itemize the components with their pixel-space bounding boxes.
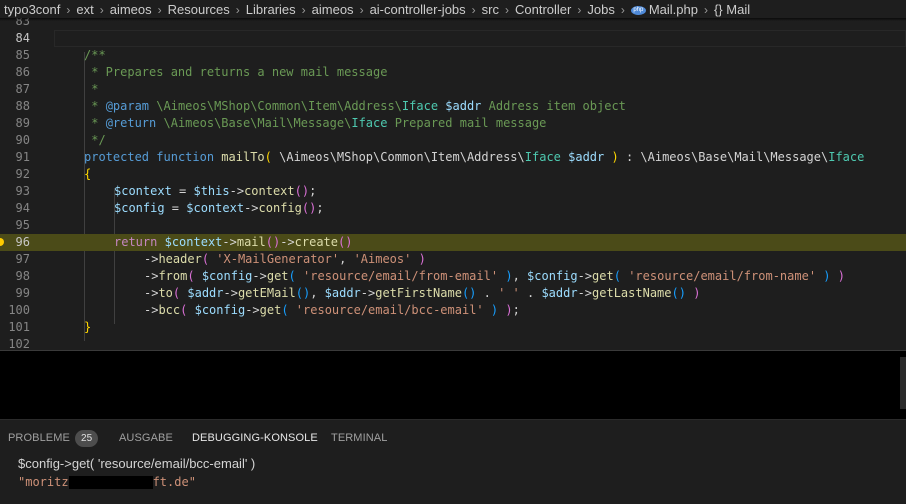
breadcrumb-item[interactable]: Resources — [164, 0, 230, 20]
tab-label: DEBUGGING-KONSOLE — [192, 432, 318, 444]
line-number: 97 — [15, 252, 30, 266]
line-number: 91 — [15, 150, 30, 164]
breadcrumb: typo3conf › ext › aimeos › Resources › Libraries… — [0, 0, 906, 20]
line-number: 96 — [15, 235, 30, 249]
panel-tab-bar: PROBLEME 25 AUSGABE DEBUGGING-KONSOLE TER… — [0, 419, 906, 454]
line-number: 88 — [15, 99, 30, 113]
code-line[interactable]: 97 ->header( 'X-MailGenerator', 'Aimeos' … — [0, 251, 906, 268]
scrollbar[interactable] — [900, 357, 906, 409]
code-line-debug-paused[interactable]: 96 return $context->mail()->create() — [0, 234, 906, 251]
code-line[interactable]: 87 * — [0, 81, 906, 98]
line-number: 102 — [8, 337, 30, 350]
line-number: 87 — [15, 82, 30, 96]
tab-terminal[interactable]: TERMINAL — [331, 420, 387, 454]
chevron-right-icon: › — [99, 3, 104, 17]
breadcrumb-item[interactable]: aimeos — [308, 0, 354, 20]
breadcrumb-item[interactable]: Libraries — [242, 0, 296, 20]
breadcrumb-symbol[interactable]: {} Mail — [710, 0, 750, 20]
chevron-right-icon: › — [359, 3, 364, 17]
tab-label: AUSGABE — [119, 432, 173, 444]
chevron-right-icon: › — [505, 3, 509, 17]
chevron-right-icon: › — [577, 3, 582, 17]
code-line[interactable]: 99 ->to( $addr->getEMail(), $addr->getFir… — [0, 285, 906, 302]
code-line[interactable]: 101} — [0, 319, 906, 336]
line-number: 101 — [8, 320, 30, 334]
tab-debug-console[interactable]: DEBUGGING-KONSOLE — [192, 420, 318, 454]
code-line[interactable]: 90 */ — [0, 132, 906, 149]
breadcrumb-file-label: Mail.php — [648, 2, 698, 17]
chevron-right-icon: › — [620, 3, 625, 17]
breadcrumb-item[interactable]: ai-controller-jobs — [366, 0, 466, 20]
breadcrumb-item[interactable]: Jobs — [583, 0, 614, 20]
line-number: 90 — [15, 133, 30, 147]
line-number: 100 — [8, 303, 30, 317]
code-editor[interactable]: 83 84 85/** 86 * Prepares and returns a … — [0, 18, 906, 350]
code-line[interactable]: 100 ->bcc( $config->get( 'resource/email/… — [0, 302, 906, 319]
scroll-shadow — [0, 18, 906, 21]
tab-output[interactable]: AUSGABE — [119, 420, 173, 454]
code-line[interactable]: 85/** — [0, 47, 906, 64]
breadcrumb-item[interactable]: ext — [72, 0, 93, 20]
code-line[interactable]: 98 ->from( $config->get( 'resource/email/… — [0, 268, 906, 285]
line-number: 92 — [15, 167, 30, 181]
code-line[interactable]: 95 — [0, 217, 906, 234]
line-number: 98 — [15, 269, 30, 283]
php-file-icon: php — [630, 6, 646, 16]
line-number: 84 — [15, 31, 30, 45]
code-line[interactable]: 89 * @return \Aimeos\Base\Mail\Message\I… — [0, 115, 906, 132]
breadcrumb-item[interactable]: Controller — [511, 0, 571, 20]
line-number: 85 — [15, 48, 30, 62]
console-input-echo: $config->get( 'resource/email/bcc-email'… — [18, 456, 256, 471]
debug-console[interactable]: $config->get( 'resource/email/bcc-email'… — [0, 453, 906, 504]
line-number: 86 — [15, 65, 30, 79]
line-number: 93 — [15, 184, 30, 198]
line-number: 94 — [15, 201, 30, 215]
tab-label: PROBLEME — [8, 432, 70, 444]
tab-problems[interactable]: PROBLEME 25 — [8, 420, 99, 454]
code-line[interactable]: 88 * @param \Aimeos\MShop\Common\Item\Ad… — [0, 98, 906, 115]
chevron-right-icon: › — [66, 3, 71, 17]
code-line[interactable]: 102 — [0, 336, 906, 350]
breadcrumb-file[interactable]: php Mail.php — [627, 0, 698, 20]
console-output-start: "moritz — [18, 475, 69, 489]
code-line[interactable]: 93 $context = $this->context(); — [0, 183, 906, 200]
current-line-highlight — [54, 30, 906, 47]
console-output[interactable]: "moritz ft.de" — [18, 475, 196, 489]
breadcrumb-item[interactable]: typo3conf — [0, 0, 60, 20]
chevron-right-icon: › — [235, 3, 240, 17]
code-line[interactable]: 86 * Prepares and returns a new mail mes… — [0, 64, 906, 81]
tab-label: TERMINAL — [331, 432, 388, 444]
chevron-right-icon: › — [703, 3, 708, 17]
problems-count-badge: 25 — [74, 429, 99, 447]
line-number: 99 — [15, 286, 30, 300]
code-line[interactable]: 92{ — [0, 166, 906, 183]
code-line-current[interactable]: 84 — [0, 30, 906, 47]
code-line[interactable]: 91 protected function mailTo( \Aimeos\MSh… — [0, 149, 906, 166]
chevron-right-icon: › — [301, 3, 306, 17]
breadcrumb-item[interactable]: aimeos — [106, 0, 152, 20]
breadcrumb-item[interactable]: src — [478, 0, 499, 20]
console-output-end: ft.de" — [152, 475, 196, 489]
terminal-area[interactable] — [0, 350, 906, 419]
line-number: 89 — [15, 116, 30, 130]
chevron-right-icon: › — [471, 3, 476, 17]
line-number: 95 — [15, 218, 30, 232]
chevron-right-icon: › — [157, 3, 162, 17]
redacted-block — [68, 476, 153, 489]
code-line[interactable]: 94 $config = $context->config(); — [0, 200, 906, 217]
